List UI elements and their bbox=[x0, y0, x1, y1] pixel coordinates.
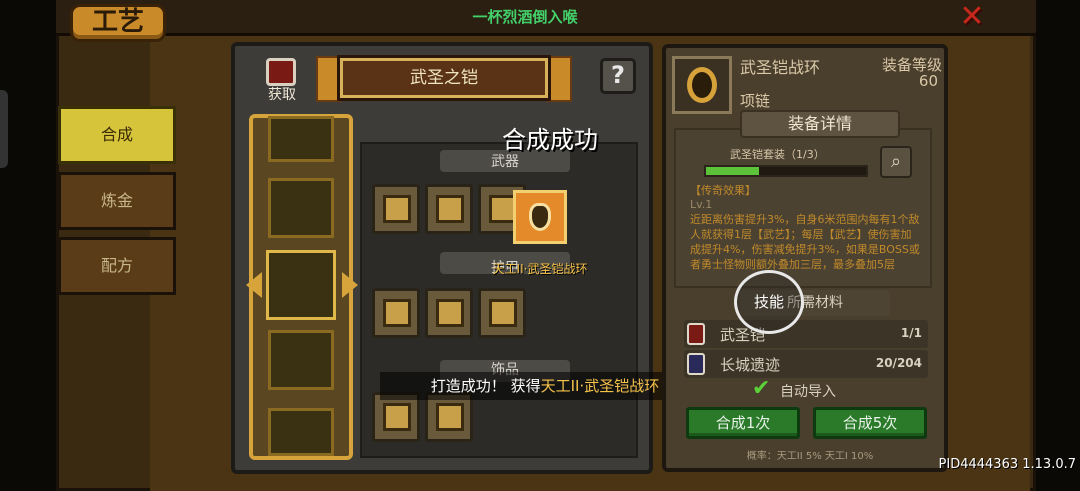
recipe-title: 武圣之铠 bbox=[340, 58, 548, 98]
system-edge-handle[interactable] bbox=[0, 90, 8, 168]
set-progress-bar bbox=[704, 165, 868, 177]
skill-button[interactable]: 技能 bbox=[734, 270, 804, 334]
material-row: 武圣铠 1/1 bbox=[684, 320, 928, 348]
probability-text: 概率：天工II 5% 天工I 10% bbox=[746, 451, 874, 462]
material-count: 20/204 bbox=[875, 356, 922, 370]
tab-recipe[interactable]: 配方 bbox=[58, 237, 176, 295]
character-slot[interactable] bbox=[268, 116, 334, 162]
character-slot[interactable] bbox=[268, 330, 334, 390]
toast-message: 打造成功！ 获得天工II·武圣铠战环 bbox=[380, 372, 710, 400]
toast-item: 天工II·武圣铠战环 bbox=[540, 377, 660, 395]
material-count: 1/1 bbox=[900, 326, 922, 340]
craft-five-button[interactable]: 合成5次 bbox=[813, 407, 927, 439]
page-title: 工艺 bbox=[70, 4, 166, 42]
result-item-icon bbox=[513, 190, 567, 244]
close-icon[interactable]: ✕ bbox=[955, 2, 989, 32]
material-name: 长城遗迹 bbox=[720, 356, 781, 374]
character-slot-selected[interactable] bbox=[266, 250, 336, 320]
set-progress-fill bbox=[706, 167, 759, 175]
craft-once-button[interactable]: 合成1次 bbox=[686, 407, 800, 439]
weapon-item[interactable] bbox=[372, 184, 420, 234]
material-row: 长城遗迹 20/204 bbox=[684, 350, 928, 378]
armor-item[interactable] bbox=[425, 288, 473, 338]
ribbon-left-decoration bbox=[316, 56, 342, 102]
legend-effect-text: 近距离伤害提升3%，自身6米范围内每有1个敌人就获得1层【武艺】；每层【武艺】使… bbox=[690, 213, 920, 271]
auto-import-label[interactable]: 自动导入 bbox=[780, 381, 860, 401]
set-label: 武圣铠套装（1/3） bbox=[730, 148, 825, 161]
equipment-level: 60 bbox=[918, 72, 938, 90]
weapon-item[interactable] bbox=[425, 184, 473, 234]
legend-effect-title: 【传奇效果】 bbox=[690, 184, 756, 197]
fetch-icon[interactable] bbox=[266, 58, 296, 86]
zoom-icon[interactable]: ⌕ bbox=[880, 146, 912, 178]
success-title: 合成成功 bbox=[502, 126, 598, 154]
legend-level: Lv.1 bbox=[690, 198, 713, 211]
detail-header: 装备详情 bbox=[740, 110, 900, 138]
equipment-name: 武圣铠战环 bbox=[740, 58, 821, 77]
equipment-type: 项链 bbox=[740, 92, 771, 110]
armor-item[interactable] bbox=[478, 288, 526, 338]
scrolling-banner: 一杯烈酒倒入喉 bbox=[472, 8, 578, 26]
character-slot[interactable] bbox=[268, 178, 334, 238]
tab-alchemy[interactable]: 炼金 bbox=[58, 172, 176, 230]
fetch-label[interactable]: 获取 bbox=[262, 84, 302, 104]
auto-import-checkbox[interactable]: ✔ bbox=[752, 378, 774, 400]
book-icon bbox=[687, 353, 705, 375]
help-button[interactable]: ? bbox=[600, 58, 636, 94]
card-icon bbox=[687, 323, 705, 345]
armor-item[interactable] bbox=[372, 288, 420, 338]
result-item-name: 天工II·武圣铠战环 bbox=[492, 262, 588, 276]
toast-prefix: 打造成功！ 获得 bbox=[430, 377, 541, 395]
ribbon-right-decoration bbox=[546, 56, 572, 102]
necklace-icon bbox=[672, 56, 732, 114]
character-slot[interactable] bbox=[268, 408, 334, 456]
tab-craft[interactable]: 合成 bbox=[58, 106, 176, 164]
build-id: PID4444363 1.13.0.7 bbox=[938, 457, 1076, 472]
